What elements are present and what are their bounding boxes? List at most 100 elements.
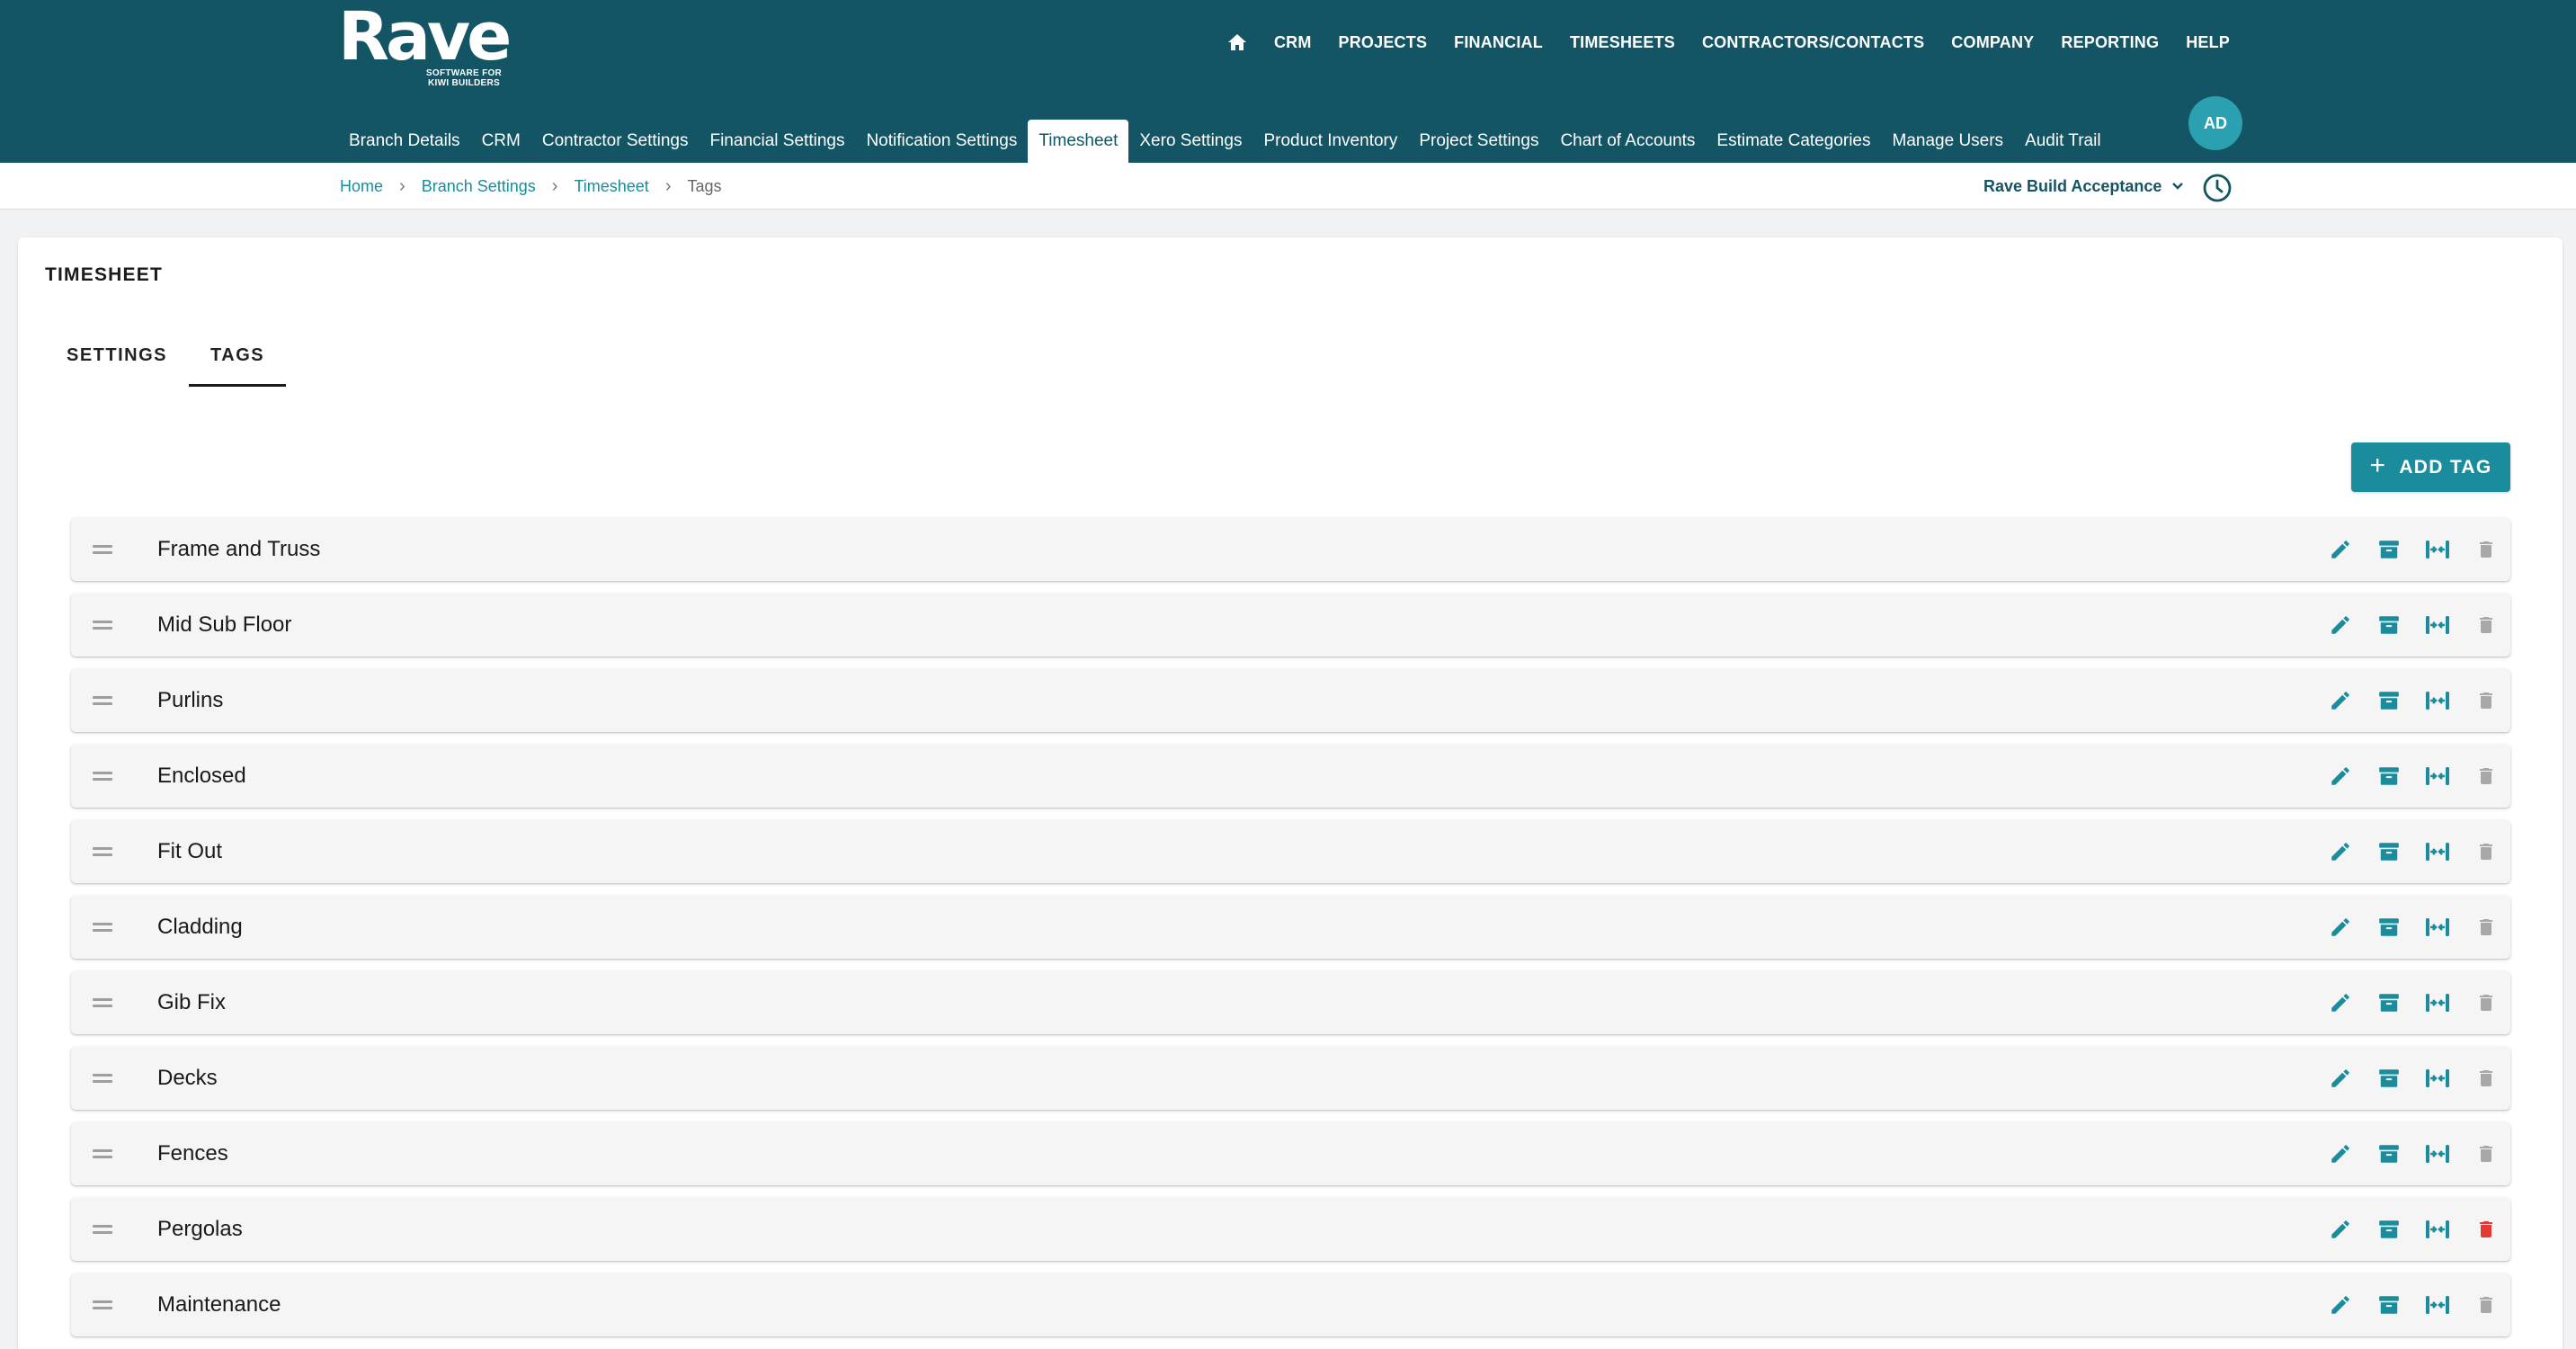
merge-icon[interactable] — [2413, 1273, 2462, 1336]
sub-nav-financial-settings[interactable]: Financial Settings — [699, 120, 855, 163]
sub-nav-xero-settings[interactable]: Xero Settings — [1128, 120, 1252, 163]
edit-icon[interactable] — [2316, 1198, 2365, 1261]
home-icon[interactable] — [1214, 33, 1261, 51]
edit-icon[interactable] — [2316, 745, 2365, 808]
drag-handle-icon[interactable] — [93, 692, 114, 710]
archive-icon[interactable] — [2365, 971, 2413, 1034]
drag-handle-icon[interactable] — [93, 1296, 114, 1314]
sub-nav-estimate-categories[interactable]: Estimate Categories — [1706, 120, 1881, 163]
edit-icon[interactable] — [2316, 1273, 2365, 1336]
add-tag-button[interactable]: + ADD TAG — [2351, 442, 2510, 492]
sub-nav-audit-trail[interactable]: Audit Trail — [2014, 120, 2111, 163]
chevron-right-icon: › — [551, 175, 558, 196]
archive-icon[interactable] — [2365, 1198, 2413, 1261]
drag-handle-icon[interactable] — [93, 1069, 114, 1087]
top-nav-financial[interactable]: FINANCIAL — [1440, 33, 1556, 52]
delete-icon[interactable] — [2462, 1198, 2510, 1261]
sub-nav-notification-settings[interactable]: Notification Settings — [855, 120, 1028, 163]
edit-icon[interactable] — [2316, 669, 2365, 732]
tag-row: Mid Sub Floor — [71, 594, 2510, 657]
merge-icon[interactable] — [2413, 1198, 2462, 1261]
breadcrumb-current: Tags — [687, 176, 722, 195]
archive-icon[interactable] — [2365, 594, 2413, 657]
sub-nav-timesheet[interactable]: Timesheet — [1028, 120, 1129, 163]
delete-icon[interactable] — [2462, 1273, 2510, 1336]
merge-icon[interactable] — [2413, 971, 2462, 1034]
archive-icon[interactable] — [2365, 1122, 2413, 1185]
tag-row-actions — [2316, 820, 2510, 883]
top-nav-help[interactable]: HELP — [2172, 33, 2243, 52]
merge-icon[interactable] — [2413, 745, 2462, 808]
merge-icon[interactable] — [2413, 594, 2462, 657]
top-nav-projects[interactable]: PROJECTS — [1325, 33, 1441, 52]
chevron-right-icon: › — [664, 175, 672, 196]
top-nav-contractors-contacts[interactable]: CONTRACTORS/CONTACTS — [1689, 33, 1938, 52]
drag-handle-icon[interactable] — [93, 994, 114, 1012]
archive-icon[interactable] — [2365, 820, 2413, 883]
delete-icon[interactable] — [2462, 896, 2510, 959]
merge-icon[interactable] — [2413, 1047, 2462, 1110]
breadcrumb-timesheet[interactable]: Timesheet — [574, 177, 648, 196]
delete-icon[interactable] — [2462, 594, 2510, 657]
delete-icon[interactable] — [2462, 669, 2510, 732]
plus-icon: + — [2369, 451, 2387, 480]
drag-handle-icon[interactable] — [93, 1145, 114, 1163]
breadcrumb-home[interactable]: Home — [340, 177, 383, 196]
archive-icon[interactable] — [2365, 1047, 2413, 1110]
drag-handle-icon[interactable] — [93, 767, 114, 785]
merge-icon[interactable] — [2413, 1122, 2462, 1185]
sub-nav-crm[interactable]: CRM — [471, 120, 531, 163]
sub-nav-manage-users[interactable]: Manage Users — [1882, 120, 2015, 163]
drag-handle-icon[interactable] — [93, 918, 114, 936]
delete-icon[interactable] — [2462, 1047, 2510, 1110]
edit-icon[interactable] — [2316, 594, 2365, 657]
tab-settings[interactable]: SETTINGS — [45, 324, 189, 387]
edit-icon[interactable] — [2316, 518, 2365, 581]
archive-icon[interactable] — [2365, 745, 2413, 808]
edit-icon[interactable] — [2316, 1122, 2365, 1185]
archive-icon[interactable] — [2365, 1273, 2413, 1336]
edit-icon[interactable] — [2316, 1047, 2365, 1110]
user-avatar[interactable]: AD — [2188, 96, 2242, 150]
top-nav-company[interactable]: COMPANY — [1938, 33, 2047, 52]
breadcrumb-branch-settings[interactable]: Branch Settings — [422, 177, 536, 196]
tag-row: Enclosed — [71, 745, 2510, 808]
sub-nav-product-inventory[interactable]: Product Inventory — [1252, 120, 1408, 163]
drag-handle-icon[interactable] — [93, 540, 114, 558]
delete-icon[interactable] — [2462, 518, 2510, 581]
sub-nav-chart-of-accounts[interactable]: Chart of Accounts — [1549, 120, 1706, 163]
merge-icon[interactable] — [2413, 820, 2462, 883]
top-nav-crm[interactable]: CRM — [1261, 33, 1325, 52]
drag-handle-icon[interactable] — [93, 843, 114, 861]
sub-nav-project-settings[interactable]: Project Settings — [1408, 120, 1549, 163]
drag-handle-icon[interactable] — [93, 1220, 114, 1238]
delete-icon[interactable] — [2462, 1122, 2510, 1185]
archive-icon[interactable] — [2365, 896, 2413, 959]
sub-nav-branch-details[interactable]: Branch Details — [338, 120, 471, 163]
tag-row-actions — [2316, 1047, 2510, 1110]
drag-handle-icon[interactable] — [93, 616, 114, 634]
tag-row-actions — [2316, 971, 2510, 1034]
edit-icon[interactable] — [2316, 971, 2365, 1034]
merge-icon[interactable] — [2413, 896, 2462, 959]
logo-wordmark: Rave — [338, 0, 512, 76]
delete-icon[interactable] — [2462, 971, 2510, 1034]
tag-row: Frame and Truss — [71, 518, 2510, 581]
tab-tags[interactable]: TAGS — [189, 324, 287, 387]
archive-icon[interactable] — [2365, 669, 2413, 732]
edit-icon[interactable] — [2316, 820, 2365, 883]
delete-icon[interactable] — [2462, 820, 2510, 883]
merge-icon[interactable] — [2413, 669, 2462, 732]
edit-icon[interactable] — [2316, 896, 2365, 959]
top-nav-reporting[interactable]: REPORTING — [2047, 33, 2172, 52]
sub-nav-contractor-settings[interactable]: Contractor Settings — [531, 120, 700, 163]
archive-icon[interactable] — [2365, 518, 2413, 581]
branch-select[interactable]: Rave Build Acceptance — [1983, 163, 2185, 210]
tag-row-actions — [2316, 1122, 2510, 1185]
merge-icon[interactable] — [2413, 518, 2462, 581]
delete-icon[interactable] — [2462, 745, 2510, 808]
clock-icon[interactable] — [2202, 173, 2233, 203]
top-nav-timesheets[interactable]: TIMESHEETS — [1556, 33, 1689, 52]
tag-name: Cladding — [157, 915, 243, 939]
rave-logo[interactable]: Rave SOFTWARE FOR KIWI BUILDERS — [338, 4, 512, 93]
